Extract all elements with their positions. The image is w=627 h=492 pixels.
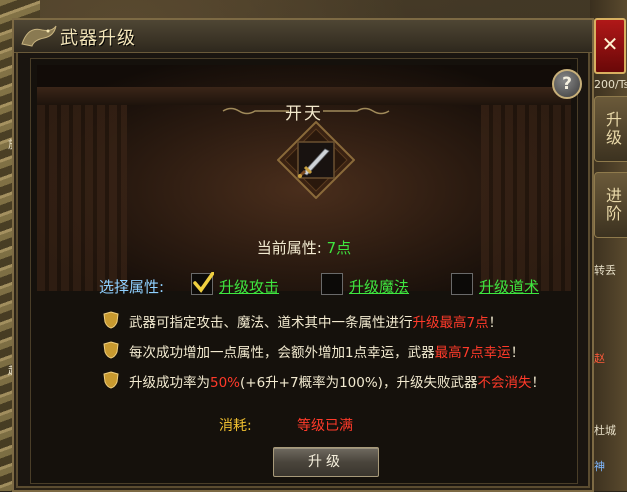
checkmark-icon xyxy=(193,272,214,293)
shield-icon xyxy=(103,371,119,389)
info-line: 升级成功率为50%(+6升+7概率为100%)，升级失败武器不会消失！ xyxy=(129,371,545,391)
weapon-upgrade-window: 武器升级 ? 开天 当前属性: 7点 选择属性: 升级攻击 升级魔法 升级道术 … xyxy=(12,18,594,492)
info-highlight: 50% xyxy=(210,375,241,391)
side-text: 转丢 xyxy=(594,264,616,277)
info-text: 武器可指定攻击、魔法、道术其中一条属性进行 xyxy=(129,315,413,331)
ornament-right-icon xyxy=(323,107,390,115)
info-line: 武器可指定攻击、魔法、道术其中一条属性进行升级最高7点！ xyxy=(129,311,502,331)
info-text: ！ xyxy=(488,315,503,331)
upgrade-button[interactable]: 升级 xyxy=(273,447,379,477)
info-line: 每次成功增加一点属性，会额外增加1点幸运，武器最高7点幸运！ xyxy=(129,341,524,361)
side-text: 杜城 xyxy=(594,424,616,437)
select-attr-label: 选择属性: xyxy=(99,278,165,296)
side-text: 神 xyxy=(594,460,605,473)
info-highlight: 升级最高7点 xyxy=(412,315,489,331)
side-tab-advance[interactable]: 进阶 xyxy=(594,172,627,238)
info-text: 升级成功率为 xyxy=(129,375,210,391)
attribute-select-row: 选择属性: 升级攻击 升级魔法 升级道术 xyxy=(95,272,583,297)
titlebar: 武器升级 xyxy=(14,20,592,53)
checkbox-magic-label[interactable]: 升级魔法 xyxy=(349,276,409,297)
info-text: 每次成功增加一点属性，会额外增加1点幸运，武器 xyxy=(129,345,435,361)
info-text: ！ xyxy=(531,375,545,391)
info-highlight: 最高7点幸运 xyxy=(434,345,511,361)
info-highlight: 不会消失 xyxy=(477,375,532,391)
side-tab-upgrade[interactable]: 升级 xyxy=(594,96,627,162)
hall-pillar xyxy=(481,105,571,291)
info-text: ！ xyxy=(510,345,525,361)
dragon-ornament-icon xyxy=(21,25,57,47)
help-button[interactable]: ? xyxy=(552,69,582,99)
checkbox-magic[interactable] xyxy=(321,273,343,295)
current-attribute: 当前属性: 7点 xyxy=(31,237,577,258)
hall-pillar xyxy=(37,105,127,291)
close-button[interactable]: ✕ xyxy=(594,18,626,74)
cost-value: 等级已满 xyxy=(297,418,353,434)
weapon-slot[interactable] xyxy=(277,121,355,199)
side-text: 赵 xyxy=(594,352,605,365)
checkbox-taoism[interactable] xyxy=(451,273,473,295)
content-panel: ? 开天 当前属性: 7点 选择属性: 升级攻击 升级魔法 升级道术 武器可指定… xyxy=(30,58,582,484)
checkbox-taoism-label[interactable]: 升级道术 xyxy=(479,276,539,297)
shield-icon xyxy=(103,341,119,359)
shield-icon xyxy=(103,311,119,329)
current-attr-label: 当前属性: xyxy=(256,239,322,257)
current-attr-value: 7点 xyxy=(326,239,352,257)
side-text: 200/Ts xyxy=(594,78,627,91)
window-title: 武器升级 xyxy=(60,28,136,49)
cost-label: 消耗: xyxy=(219,418,252,434)
checkbox-attack[interactable] xyxy=(191,272,214,295)
info-text: (+6升+7概率为100%)，升级失败武器 xyxy=(240,375,478,391)
checkbox-attack-label[interactable]: 升级攻击 xyxy=(219,276,279,297)
